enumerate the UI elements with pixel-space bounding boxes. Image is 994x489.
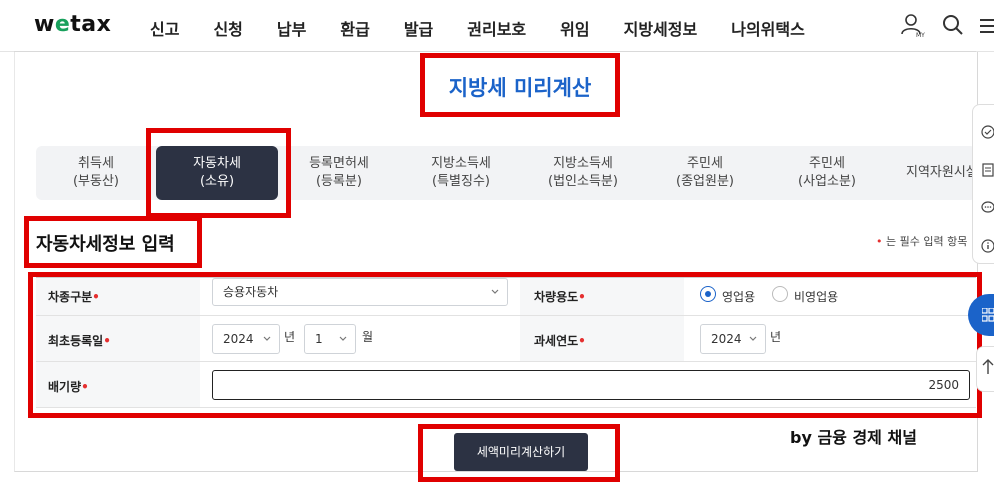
menu-item-my-wetax[interactable]: 나의위택스 bbox=[731, 16, 805, 40]
scroll-top-button[interactable] bbox=[976, 346, 994, 392]
hamburger-menu-icon[interactable] bbox=[978, 18, 994, 34]
required-dot: • bbox=[876, 235, 883, 248]
page-title: 지방세 미리계산 bbox=[448, 76, 592, 100]
menu-item-issue[interactable]: 발급 bbox=[404, 16, 433, 40]
section-highlight-box bbox=[24, 216, 202, 268]
user-my-icon[interactable]: MY bbox=[900, 12, 926, 38]
document-icon[interactable] bbox=[981, 163, 994, 177]
menu-item-refund[interactable]: 환급 bbox=[340, 16, 369, 40]
wetax-page: wetax 신고 신청 납부 환급 발급 권리보호 위임 지방세정보 나의위택스… bbox=[0, 0, 994, 489]
tab-regional-resource-facility-tax[interactable]: 지역자원시설 bbox=[888, 146, 976, 200]
tab-resident-tax-business[interactable]: 주민세 (사업소분) bbox=[766, 146, 888, 200]
grid-icon bbox=[982, 308, 994, 322]
tab-registration-license-tax[interactable]: 등록면허세 (등록분) bbox=[278, 146, 400, 200]
chat-check-icon[interactable] bbox=[981, 125, 994, 139]
calculate-tax-button[interactable]: 세액미리계산하기 bbox=[454, 433, 588, 471]
tab-local-income-tax-corporate[interactable]: 지방소득세 (법인소득분) bbox=[522, 146, 644, 200]
info-icon[interactable] bbox=[981, 239, 994, 253]
svg-text:MY: MY bbox=[916, 32, 925, 38]
tab-local-income-tax-withholding[interactable]: 지방소득세 (특별징수) bbox=[400, 146, 522, 200]
menu-item-pay[interactable]: 납부 bbox=[277, 16, 306, 40]
wetax-logo[interactable]: wetax bbox=[34, 12, 111, 37]
form-highlight-box bbox=[28, 272, 982, 418]
title-highlight-box: 지방세 미리계산 bbox=[420, 53, 620, 117]
tab-acquisition-tax[interactable]: 취득세 (부동산) bbox=[36, 146, 156, 200]
required-note: • 는 필수 입력 항목 bbox=[876, 235, 968, 248]
floating-sidebar bbox=[972, 104, 994, 264]
tab-resident-tax-employee[interactable]: 주민세 (종업원분) bbox=[644, 146, 766, 200]
menu-item-report[interactable]: 신고 bbox=[150, 16, 179, 40]
top-nav: wetax 신고 신청 납부 환급 발급 권리보호 위임 지방세정보 나의위택스… bbox=[0, 0, 994, 57]
menu-item-rights[interactable]: 권리보호 bbox=[467, 16, 526, 40]
chat-bubble-icon[interactable] bbox=[981, 201, 994, 215]
menu-item-local-tax-info[interactable]: 지방세정보 bbox=[624, 16, 698, 40]
menu-item-apply[interactable]: 신청 bbox=[213, 16, 242, 40]
main-menu: 신고 신청 납부 환급 발급 권리보호 위임 지방세정보 나의위택스 bbox=[150, 16, 839, 40]
menu-item-delegate[interactable]: 위임 bbox=[560, 16, 589, 40]
watermark-text: by 금융 경제 채널 bbox=[790, 428, 917, 447]
search-icon[interactable] bbox=[942, 14, 964, 36]
arrow-up-icon bbox=[982, 359, 994, 374]
tab-highlight-box bbox=[146, 128, 291, 218]
